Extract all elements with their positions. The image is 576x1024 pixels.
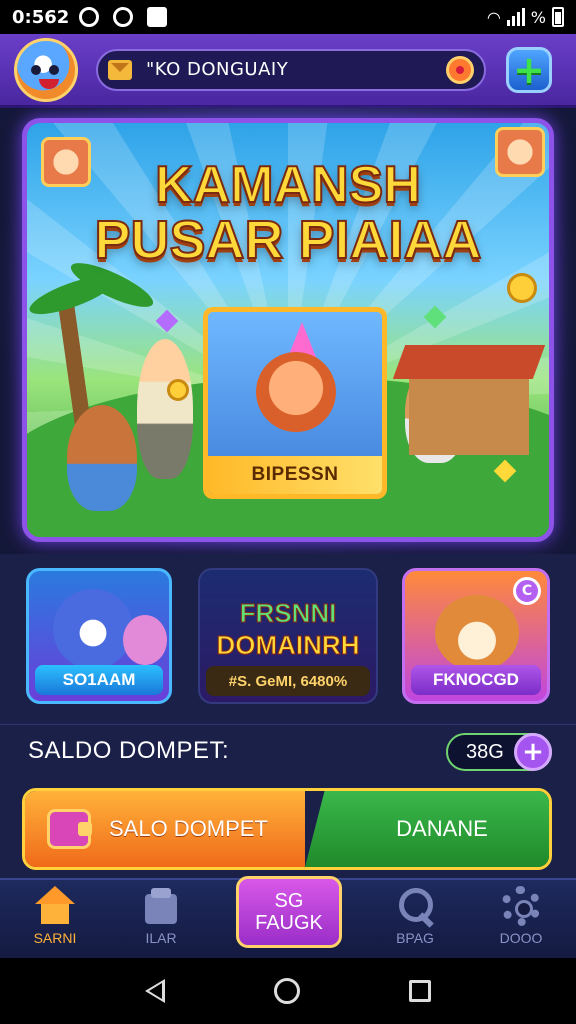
action-row: SALO DOMPET DANANE — [0, 782, 576, 878]
balance-value: 38G — [466, 740, 504, 763]
clipboard-icon — [141, 886, 181, 926]
battery-percent: % — [530, 7, 546, 27]
status-right: ◠ % — [487, 7, 564, 27]
game-tile-2[interactable]: FRSNNI DOMAINRH #S. GeMI, 6480% — [198, 568, 378, 704]
nav-list-label: ILAR — [145, 930, 177, 946]
nav-center-line2: FAUGK — [255, 912, 323, 934]
dana-button-label: DANANE — [396, 816, 488, 841]
game-tile-2-title-1: FRSNNI — [239, 598, 337, 629]
game-tile-3[interactable]: C FKNOCGD — [402, 568, 550, 704]
bear-mascot-icon — [435, 595, 519, 671]
game-tile-1-label: SO1AAM — [35, 665, 163, 695]
nav-settings[interactable]: DOOO — [476, 886, 566, 952]
nav-center-button[interactable]: SG FAUGK — [236, 876, 342, 948]
plus-icon: + — [513, 47, 545, 92]
add-button[interactable]: + — [506, 46, 552, 93]
bottom-nav: SARNI ILAR SG FAUGK BPAG DOOO — [0, 876, 576, 958]
nav-search[interactable]: BPAG — [370, 886, 460, 952]
nav-home[interactable]: SARNI — [10, 886, 100, 952]
nav-home-label: SARNI — [33, 930, 77, 946]
home-circle-icon[interactable] — [273, 978, 300, 1004]
blue-mascot-icon — [53, 589, 133, 669]
featured-card-label: BIPESSN — [251, 464, 339, 485]
avatar[interactable] — [14, 37, 78, 102]
game-tile-1[interactable]: SO1AAM — [26, 568, 172, 704]
add-balance-button[interactable]: + — [514, 733, 552, 771]
search-text: "KO DONGUAIY — [146, 59, 289, 80]
search-icon — [395, 886, 435, 926]
nav-search-label: BPAG — [396, 930, 434, 946]
dana-button[interactable]: DANANE — [305, 791, 549, 867]
home-icon — [33, 886, 77, 926]
nav-center-line1: SG — [274, 890, 304, 912]
cabin — [409, 375, 529, 455]
recents-icon[interactable] — [409, 980, 432, 1002]
game-tile-3-badge: C — [513, 577, 541, 605]
banner-title-line2: PUSAR PIAIAA — [93, 209, 482, 271]
banner-section: KAMANSH PUSAR PIAIAA BIPESSN — [0, 108, 576, 554]
status-bar: 0:562 ◠ % — [0, 0, 576, 34]
game-tile-2-title-2: DOMAINRH — [216, 630, 360, 661]
balance-pill[interactable]: 38G + — [446, 733, 552, 771]
promo-banner[interactable]: KAMANSH PUSAR PIAIAA BIPESSN — [22, 118, 554, 542]
gear-icon — [501, 886, 541, 926]
mail-icon[interactable] — [108, 59, 132, 80]
pink-mascot-icon — [123, 615, 167, 665]
messenger-icon — [113, 7, 134, 27]
game-tiles-row: SO1AAM FRSNNI DOMAINRH #S. GeMI, 6480% C… — [0, 554, 576, 724]
search-bar[interactable]: "KO DONGUAIY — [96, 48, 486, 91]
game-tile-3-label: FKNOCGD — [411, 665, 541, 695]
top-header: "KO DONGUAIY + — [0, 34, 576, 108]
notification-badge-icon[interactable] — [446, 55, 474, 84]
balance-label: SALDO DOMPET: — [28, 737, 230, 764]
squirrel-character — [67, 405, 137, 511]
balance-row: SALDO DOMPET: 38G + — [0, 724, 576, 782]
game-tile-2-label: #S. GeMI, 6480% — [206, 666, 370, 696]
coin-icon — [507, 273, 537, 303]
action-bar: SALO DOMPET DANANE — [22, 788, 552, 870]
hero-character — [256, 352, 336, 432]
nav-list[interactable]: ILAR — [116, 886, 206, 952]
featured-game-card[interactable]: BIPESSN — [203, 307, 387, 499]
wallet-button[interactable]: SALO DOMPET — [25, 791, 305, 867]
banner-title-line1: KAMANSH — [154, 155, 422, 215]
status-time: 0:562 — [12, 6, 70, 28]
system-nav-bar — [0, 958, 576, 1024]
boy-character — [137, 339, 193, 479]
app-screen: 0:562 ◠ % "KO DONGUAIY + KAMANSH PUSAR P… — [0, 0, 576, 1024]
back-icon[interactable] — [144, 979, 165, 1003]
photo-icon — [147, 7, 168, 27]
wifi-icon: ◠ — [486, 7, 501, 27]
wallet-button-label: SALO DOMPET — [109, 816, 268, 841]
coin-icon — [167, 379, 189, 401]
wallet-icon — [47, 809, 92, 849]
nav-settings-label: DOOO — [499, 930, 543, 946]
notification-icon — [79, 7, 100, 27]
battery-icon — [552, 7, 564, 27]
signal-icon — [506, 8, 525, 26]
